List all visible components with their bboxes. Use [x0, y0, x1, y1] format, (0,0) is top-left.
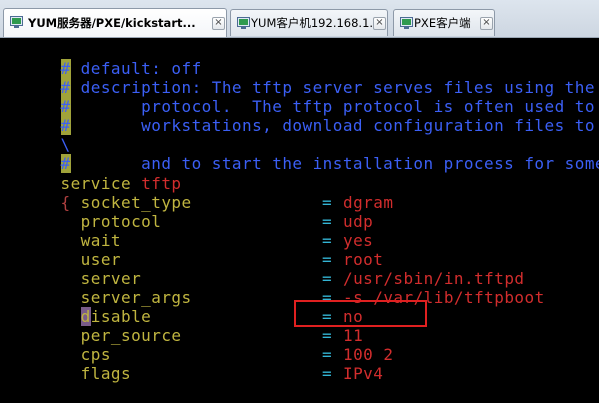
equals-sign: =: [322, 326, 333, 345]
setting-value: root: [343, 250, 384, 269]
setting-line: =: [322, 212, 332, 231]
tab-yum-server[interactable]: YUM服务器/PXE/kickstart... ×: [3, 8, 227, 37]
setting-line: =: [322, 193, 332, 212]
equals-sign: =: [322, 364, 333, 383]
setting-value: 100 2: [343, 345, 394, 364]
text-cursor: d: [80, 307, 91, 326]
setting-line: dgram: [343, 193, 393, 212]
setting-line: IPv4: [343, 364, 383, 383]
tab-pxe-client[interactable]: PXE客户端 ×: [393, 9, 495, 36]
comment-text: workstations, download configuration fil…: [141, 116, 595, 135]
equals-sign: =: [322, 345, 333, 364]
highlight-annotation-box: [294, 300, 427, 327]
comment-line: # and to start the installation process …: [0, 135, 599, 173]
setting-line: =: [322, 345, 332, 364]
setting-line: cps: [0, 345, 111, 364]
equals-sign: =: [322, 250, 333, 269]
setting-value: udp: [343, 212, 374, 231]
setting-line: =: [322, 250, 332, 269]
equals-sign: =: [322, 231, 333, 250]
tab-yum-client[interactable]: YUM客户机192.168.1.2 ×: [230, 9, 388, 36]
comment-line: # description: The tftp server serves fi…: [0, 59, 599, 97]
setting-line: flags: [0, 364, 131, 383]
close-brace-line: }: [0, 383, 71, 403]
comment-line: # workstations, download configuration f…: [0, 97, 599, 135]
comment-line: \: [0, 116, 71, 154]
terminal-session-icon: [10, 16, 23, 28]
setting-key: socket_type: [80, 193, 192, 212]
setting-value: IPv4: [343, 364, 384, 383]
setting-line: =: [322, 364, 332, 383]
setting-line: =: [322, 231, 332, 250]
setting-line: per_source: [0, 326, 182, 345]
service-name: tftp: [141, 174, 182, 193]
equals-sign: =: [322, 212, 333, 231]
setting-key: flags: [80, 364, 132, 383]
setting-value: dgram: [343, 193, 394, 212]
equals-sign: =: [322, 269, 333, 288]
setting-key: server_args: [80, 288, 192, 307]
terminal-session-icon: [400, 17, 413, 29]
setting-line: /usr/sbin/in.tftpd: [343, 269, 525, 288]
setting-key: isable: [90, 307, 152, 326]
tab-label: YUM客户机192.168.1.2: [251, 16, 381, 30]
setting-line: 11: [343, 326, 363, 345]
setting-key: per_source: [80, 326, 182, 345]
comment-line: # default: off: [0, 40, 202, 78]
setting-line: root: [343, 250, 383, 269]
setting-value: yes: [343, 231, 374, 250]
close-tab-icon[interactable]: ×: [212, 17, 225, 30]
close-tab-icon[interactable]: ×: [373, 17, 386, 30]
setting-value: /usr/sbin/in.tftpd: [343, 269, 525, 288]
close-tab-icon[interactable]: ×: [480, 17, 493, 30]
service-declaration: service tftp: [0, 155, 182, 193]
setting-line: wait: [0, 231, 121, 250]
setting-line: udp: [343, 212, 373, 231]
setting-line: socket_type: [0, 193, 192, 212]
setting-key: cps: [80, 345, 111, 364]
terminal-content[interactable]: # default: off # description: The tftp s…: [0, 38, 599, 403]
tab-label: YUM服务器/PXE/kickstart...: [28, 16, 196, 30]
setting-line: user: [0, 250, 121, 269]
session-tab-bar: YUM服务器/PXE/kickstart... × YUM客户机192.168.…: [0, 0, 599, 38]
setting-value: 11: [343, 326, 364, 345]
service-keyword: service: [60, 174, 132, 193]
setting-line: yes: [343, 231, 373, 250]
setting-line: server: [0, 269, 141, 288]
setting-line: server_args: [0, 288, 192, 307]
setting-line: protocol: [0, 212, 161, 231]
setting-line: =: [322, 269, 332, 288]
open-brace-line: {: [0, 174, 71, 212]
setting-key: server: [80, 269, 142, 288]
setting-key: protocol: [80, 212, 162, 231]
equals-sign: =: [322, 193, 333, 212]
tab-label: PXE客户端: [414, 16, 471, 30]
setting-line: disable: [0, 307, 151, 326]
setting-key: user: [80, 250, 122, 269]
setting-key: wait: [80, 231, 122, 250]
comment-line: # protocol. The tftp protocol is often u…: [0, 78, 599, 116]
terminal-session-icon: [237, 17, 250, 29]
setting-line: =: [322, 326, 332, 345]
setting-line: 100 2: [343, 345, 393, 364]
app-window: YUM服务器/PXE/kickstart... × YUM客户机192.168.…: [0, 0, 599, 403]
